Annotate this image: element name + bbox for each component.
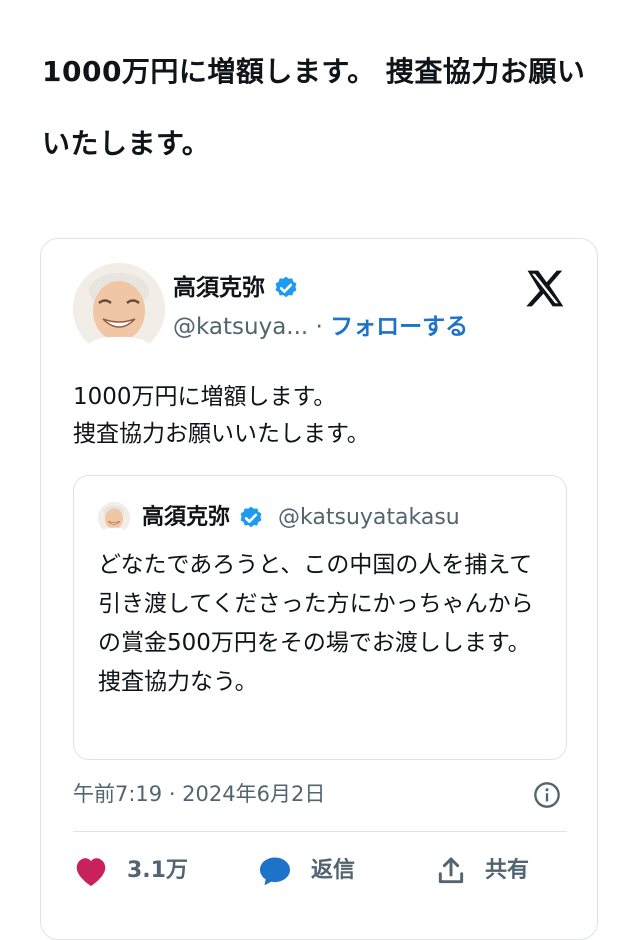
tweet-text: 1000万円に増額します。 捜査協力お願いいたします。 <box>73 384 370 447</box>
quote-author-handle: @katsuyatakasu <box>278 505 460 530</box>
divider <box>73 831 567 832</box>
heart-icon <box>76 858 106 886</box>
info-icon[interactable] <box>533 781 561 809</box>
handle-separator: · <box>315 314 323 340</box>
speech-bubble-icon <box>260 857 290 886</box>
quote-avatar <box>98 502 130 534</box>
author-name: 高須克弥 <box>173 275 265 301</box>
quote-header: 高須克弥 @katsuyatakasu <box>142 502 460 534</box>
author-handle[interactable]: @katsuya... <box>173 314 308 340</box>
x-logo-icon[interactable] <box>523 267 567 311</box>
avatar[interactable] <box>73 263 165 355</box>
share-button[interactable]: 共有 <box>435 851 529 891</box>
share-label: 共有 <box>485 858 530 883</box>
quote-text: どなたであろうと、この中国の人を捕えて引き渡してくださった方にかっちゃんからの賞… <box>98 552 534 695</box>
quote-author-name: 高須克弥 <box>142 505 231 530</box>
reply-button[interactable]: 返信 <box>257 851 355 891</box>
timestamp[interactable]: 午前7:19 · 2024年6月2日 <box>73 779 325 809</box>
avatar-portrait-icon <box>98 502 130 534</box>
verified-badge-icon <box>275 276 297 298</box>
follow-link[interactable]: フォローする <box>330 314 468 340</box>
article-headline: 1000万円に増額します。 捜査協力お願いいたします。 <box>42 55 586 160</box>
action-bar: 3.1万 返信 共有 <box>73 851 573 891</box>
avatar-portrait-icon <box>73 263 165 355</box>
share-icon <box>438 857 464 884</box>
author-handle-row: @katsuya... · フォローする <box>173 312 468 342</box>
verified-badge-icon <box>240 506 262 528</box>
like-button[interactable]: 3.1万 <box>73 851 188 891</box>
quoted-tweet[interactable]: 高須克弥 @katsuyatakasu どなたであろうと、この中国の人を捕えて引… <box>73 475 567 760</box>
tweet-embed-card[interactable]: 高須克弥 @katsuya... · フォローする 1000万円に増額します。 … <box>40 238 598 940</box>
like-count: 3.1万 <box>127 858 188 883</box>
author-name-row[interactable]: 高須克弥 <box>173 273 299 303</box>
reply-label: 返信 <box>311 858 356 883</box>
